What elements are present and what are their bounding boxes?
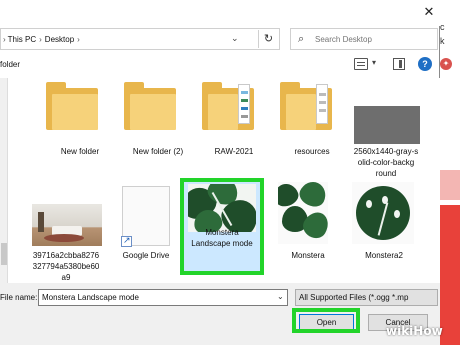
background-text: k bbox=[440, 36, 445, 46]
address-bar[interactable]: › This PC › Desktop › ⌄ bbox=[0, 28, 280, 50]
file-name-input[interactable] bbox=[38, 289, 288, 306]
list-item[interactable]: 39716a2cbba8276 327794a5380be60 a9 bbox=[26, 186, 106, 282]
chevron-down-icon[interactable]: ▾ bbox=[372, 58, 376, 67]
file-name-label: File name: bbox=[0, 293, 38, 302]
item-label: New folder (2) bbox=[132, 147, 184, 156]
chevron-down-icon[interactable]: ⌄ bbox=[277, 292, 284, 301]
item-label: 2560x1440-gray-s olid-color-backg round bbox=[353, 147, 419, 178]
open-file-dialog: ✕ › This PC › Desktop › ⌄ ↻ ⌕ folder ▾ ?… bbox=[0, 0, 440, 345]
folder-icon bbox=[124, 82, 176, 130]
background-text: c bbox=[440, 22, 445, 32]
watermark-text: How bbox=[413, 324, 443, 338]
item-label: Monstera bbox=[291, 251, 325, 260]
preview-pane-icon[interactable] bbox=[393, 58, 405, 70]
navigation-pane-edge bbox=[0, 78, 8, 283]
background-app: c k ✦ bbox=[438, 0, 460, 345]
folder-icon bbox=[280, 82, 332, 130]
breadcrumb-desktop[interactable]: Desktop bbox=[43, 35, 76, 44]
chevron-right-icon[interactable]: › bbox=[76, 35, 81, 44]
list-item[interactable]: Google Drive bbox=[108, 186, 180, 276]
file-type-select[interactable]: All Supported Files (*.ogg *.mp bbox=[295, 289, 438, 306]
background-decoration bbox=[438, 170, 460, 200]
item-label: RAW-2021 bbox=[214, 147, 254, 156]
search-icon: ⌕ bbox=[298, 33, 305, 45]
list-item[interactable]: 2560x1440-gray-s olid-color-backg round bbox=[348, 82, 428, 178]
item-label: 39716a2cbba8276 327794a5380be60 a9 bbox=[32, 251, 100, 282]
refresh-icon[interactable]: ↻ bbox=[258, 30, 278, 48]
help-icon[interactable]: ? bbox=[418, 57, 432, 71]
view-icon[interactable] bbox=[354, 58, 368, 70]
list-item[interactable]: RAW-2021 bbox=[196, 82, 268, 174]
list-item[interactable]: Monstera2 bbox=[346, 186, 418, 276]
list-item[interactable]: New folder (2) bbox=[120, 82, 192, 174]
background-gear-icon: ✦ bbox=[440, 58, 452, 70]
folder-icon bbox=[46, 82, 98, 130]
folder-icon bbox=[202, 82, 254, 130]
search-box[interactable]: ⌕ bbox=[290, 28, 438, 50]
watermark: wikiHow bbox=[386, 324, 443, 338]
image-thumbnail bbox=[32, 204, 102, 246]
toolbar: folder ▾ ? bbox=[0, 54, 440, 76]
watermark-text: wiki bbox=[386, 324, 414, 338]
shortcut-arrow-icon bbox=[121, 235, 132, 247]
search-input[interactable] bbox=[315, 32, 430, 47]
document-icon bbox=[121, 186, 170, 247]
bottom-bar: File name: ⌄ All Supported Files (*.ogg … bbox=[0, 283, 440, 345]
item-label: Monstera2 bbox=[365, 251, 403, 260]
highlight-box bbox=[292, 308, 360, 333]
list-item[interactable]: Monstera bbox=[270, 186, 338, 276]
chevron-down-icon[interactable]: ⌄ bbox=[231, 33, 239, 44]
file-type-value: All Supported Files (*.ogg *.mp bbox=[299, 293, 409, 302]
title-bar: ✕ bbox=[0, 0, 440, 26]
list-item[interactable]: resources bbox=[274, 82, 346, 174]
highlight-box bbox=[180, 178, 264, 275]
scrollbar-thumb[interactable] bbox=[1, 243, 7, 265]
list-item[interactable]: New folder bbox=[42, 82, 114, 174]
item-label: New folder bbox=[60, 147, 100, 156]
new-folder-button[interactable]: folder bbox=[0, 60, 20, 69]
close-icon[interactable]: ✕ bbox=[422, 5, 436, 19]
breadcrumb-this-pc[interactable]: This PC bbox=[6, 35, 38, 44]
item-label: Google Drive bbox=[122, 251, 170, 260]
image-thumbnail bbox=[354, 106, 420, 144]
